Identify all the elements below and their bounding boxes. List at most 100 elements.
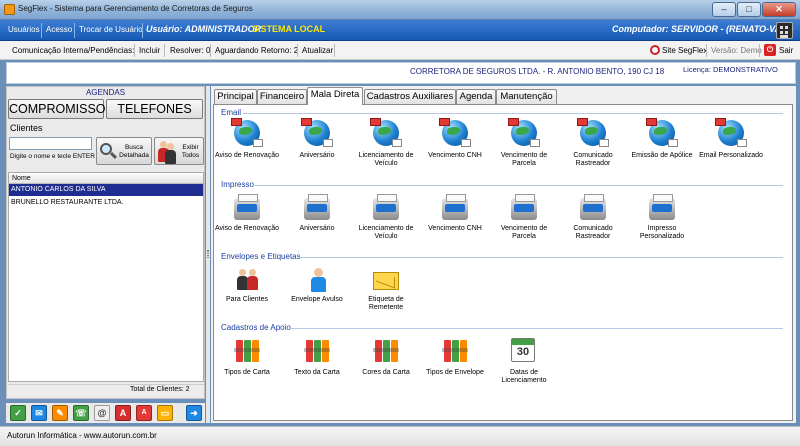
section-email-title: Email xyxy=(221,108,242,117)
email-icon[interactable]: ✉ xyxy=(31,405,47,421)
status-text: Autorun Informática - www.autorun.com.br xyxy=(7,431,157,440)
communication-label: Comunicação Interna/Pendências: xyxy=(12,46,135,55)
at-icon[interactable]: @ xyxy=(94,405,110,421)
calculator-icon[interactable] xyxy=(776,22,793,39)
impresso-item[interactable]: Aniversário xyxy=(284,194,350,235)
email-item-label: Parcela xyxy=(512,160,536,167)
font-small-icon[interactable]: A xyxy=(136,405,152,421)
cadastros-item[interactable]: Tipos de Carta xyxy=(214,338,280,379)
table-row[interactable]: ANTONIO CARLOS DA SILVA xyxy=(9,184,203,196)
system-mode: SISTEMA LOCAL xyxy=(252,24,326,34)
impresso-item[interactable]: Vencimento CNH xyxy=(422,194,488,235)
column-header-nome[interactable]: Nome xyxy=(9,173,203,184)
atualizar-button[interactable]: Atualizar xyxy=(302,46,333,55)
email-item-label: Aniversário xyxy=(299,152,335,159)
tab-cadastros-auxiliares[interactable]: Cadastros Auxiliares xyxy=(364,89,456,104)
email-item[interactable]: Email Personalizado xyxy=(698,118,764,162)
cadastros-item[interactable]: Texto da Carta xyxy=(284,338,350,379)
client-search-input[interactable] xyxy=(9,137,92,150)
edit-icon[interactable]: ✎ xyxy=(52,405,68,421)
envelopes-item[interactable]: Envelope Avulso xyxy=(284,266,350,306)
impresso-item-label: Comunicado xyxy=(573,225,613,232)
power-icon[interactable]: ⏻ xyxy=(764,44,776,56)
envelopes-item-label: Envelope Avulso xyxy=(291,296,343,303)
site-icon xyxy=(650,45,660,55)
cadastros-item-label: Tipos de Envelope xyxy=(426,369,484,376)
tab-principal[interactable]: Principal xyxy=(214,89,257,104)
menu-trocar-usuario[interactable]: Trocar de Usuário xyxy=(79,25,143,34)
email-item[interactable]: Vencimento CNH xyxy=(422,118,488,162)
impresso-item-label: Rastreador xyxy=(575,233,611,240)
menu-bar: Usuários Acesso Trocar de Usuário Usuári… xyxy=(0,20,800,41)
tab-mala-direta[interactable]: Mala Direta xyxy=(307,87,363,105)
exibir-todos-button[interactable]: Exibir Todos xyxy=(154,137,204,165)
cadastros-item[interactable]: Cores da Carta xyxy=(353,338,419,379)
email-item-label: Vencimento CNH xyxy=(428,152,482,159)
calendar-day: 30 xyxy=(516,346,530,358)
tab-agenda[interactable]: Agenda xyxy=(456,89,496,104)
tab-manutencao[interactable]: Manutenção xyxy=(496,89,557,104)
exibir-label: Exibir xyxy=(182,144,199,151)
cadastros-item-label: Texto da Carta xyxy=(294,369,340,376)
printer-icon xyxy=(511,194,537,220)
busca-detalhada-button[interactable]: Busca Detalhada xyxy=(96,137,152,165)
menu-acesso[interactable]: Acesso xyxy=(46,25,72,34)
toolbar-separator xyxy=(134,44,135,57)
impresso-item[interactable]: Comunicado Rastreador xyxy=(560,194,626,243)
resolver-button[interactable]: Resolver: 0 xyxy=(170,46,210,55)
envelopes-item[interactable]: Para Clientes xyxy=(214,266,280,306)
toolbar-separator xyxy=(334,44,335,57)
envelopes-item[interactable]: Etiqueta de Remetente xyxy=(353,266,419,314)
arrow-right-icon[interactable]: ➜ xyxy=(186,405,202,421)
impresso-item[interactable]: Vencimento de Parcela xyxy=(491,194,557,243)
email-item-label: Veículo xyxy=(374,160,398,167)
incluir-button[interactable]: Incluir xyxy=(139,46,160,55)
impresso-item[interactable]: Aviso de Renovação xyxy=(214,194,280,235)
section-cadastros-title: Cadastros de Apoio xyxy=(221,323,291,332)
email-item-label: Vencimento de xyxy=(500,152,548,159)
email-item-label: Email Personalizado xyxy=(699,152,763,159)
email-item[interactable]: Emissão de Apólice xyxy=(629,118,695,162)
section-divider xyxy=(243,113,783,114)
cadastros-item-label: Datas de xyxy=(509,369,539,376)
cadastros-item[interactable]: Tipos de Envelope xyxy=(422,338,488,379)
email-item[interactable]: Aviso de Renovação xyxy=(214,118,280,162)
site-segflex-link[interactable]: Site SegFlex xyxy=(662,46,707,55)
binders-icon xyxy=(442,338,468,364)
maximize-button[interactable]: □ xyxy=(737,2,761,17)
menu-usuarios[interactable]: Usuários xyxy=(8,25,40,34)
globe-mail-icon xyxy=(646,118,678,147)
folder-icon[interactable]: ▭ xyxy=(157,405,173,421)
aguardando-retorno-button[interactable]: Aguardando Retorno: 2 xyxy=(215,46,298,55)
splitter-grip[interactable] xyxy=(207,250,209,258)
envelopes-item-label: Etiqueta de xyxy=(368,296,404,303)
minimize-button[interactable]: – xyxy=(712,2,736,17)
email-item-label: Licenciamento de xyxy=(358,152,414,159)
sair-button[interactable]: Sair xyxy=(779,46,793,55)
phone-icon[interactable]: ☏ xyxy=(73,405,89,421)
license-label: Licença: DEMONSTRATIVO xyxy=(683,65,778,74)
email-item[interactable]: Comunicado Rastreador xyxy=(560,118,626,170)
cadastros-item[interactable]: 30 Datas de Licenciamento xyxy=(491,338,557,387)
close-button[interactable]: ✕ xyxy=(762,2,796,17)
tab-financeiro[interactable]: Financeiro xyxy=(257,89,307,104)
compromissos-button[interactable]: COMPROMISSOS xyxy=(8,99,114,119)
telefones-button[interactable]: TELEFONES xyxy=(106,99,203,119)
impresso-item[interactable]: Impresso Personalizado xyxy=(629,194,695,243)
impresso-item-label: Vencimento de xyxy=(500,225,548,232)
title-bar: SegFlex - Sistema para Gerenciamento de … xyxy=(0,0,800,20)
binders-icon xyxy=(304,338,330,364)
font-large-icon[interactable]: A xyxy=(115,405,131,421)
globe-mail-icon xyxy=(577,118,609,147)
impresso-item[interactable]: Licenciamento de Veículo xyxy=(353,194,419,243)
email-item[interactable]: Aniversário xyxy=(284,118,350,162)
version-label: Versão: Demo xyxy=(711,46,762,55)
check-icon[interactable]: ✓ xyxy=(10,405,26,421)
busca-label: Busca xyxy=(124,144,144,151)
table-row[interactable]: BRUNELLO RESTAURANTE LTDA. xyxy=(9,197,203,209)
impresso-item-label: Aniversário xyxy=(299,225,335,232)
section-divider xyxy=(300,257,783,258)
clientes-label: Clientes xyxy=(10,123,43,133)
email-item[interactable]: Licenciamento de Veículo xyxy=(353,118,419,170)
email-item[interactable]: Vencimento de Parcela xyxy=(491,118,557,170)
